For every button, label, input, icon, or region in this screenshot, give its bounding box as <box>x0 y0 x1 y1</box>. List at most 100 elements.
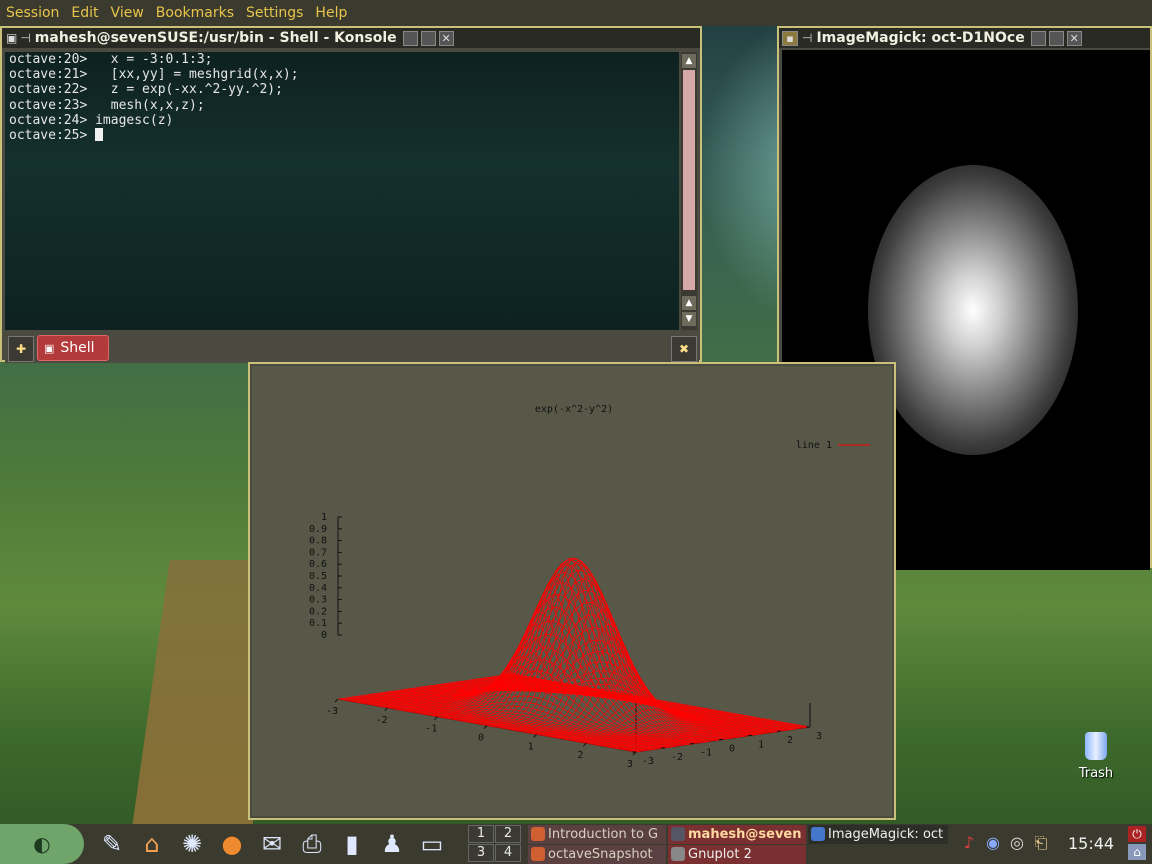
tray-network-icon[interactable]: ◎ <box>1006 832 1028 854</box>
menu-edit[interactable]: Edit <box>71 5 98 21</box>
mesh-line-y <box>477 678 776 733</box>
pager-desktop-1[interactable]: 1 <box>468 825 494 843</box>
mesh-line-y <box>497 675 796 730</box>
gnuplot-canvas: exp(-x^2-y^2) line 1 0 0.1 0.2 0.3 0.4 0.5 0.6… <box>252 366 892 816</box>
scroll-top-icon[interactable]: ▲ <box>682 54 696 68</box>
x-tick-mark <box>433 716 438 721</box>
x-tick-mark <box>582 742 587 747</box>
scrollbar-track[interactable] <box>683 70 695 290</box>
trash-icon <box>1085 732 1107 760</box>
terminal-icon <box>671 827 685 841</box>
legend-label: line 1 <box>796 440 832 451</box>
terminal-prompt: octave:25> <box>9 128 96 144</box>
text-cursor <box>95 128 104 142</box>
firefox-icon <box>531 827 545 841</box>
lock-screen-icon[interactable]: ⌂ <box>1128 844 1146 860</box>
y-tick-label: -3 <box>642 756 654 767</box>
scroll-up-icon[interactable]: ▲ <box>682 296 696 310</box>
terminal-line: octave:24> imagesc(z) <box>9 112 174 128</box>
konsole-window-icon[interactable]: ▣ <box>6 31 17 45</box>
network-icon[interactable]: ▮ <box>336 828 368 860</box>
task-introduction[interactable]: Introduction to G <box>528 825 666 844</box>
desktop-show-icon[interactable]: ✎ <box>96 828 128 860</box>
menu-bar: Session Edit View Bookmarks Settings Hel… <box>0 0 1152 26</box>
tab-shell[interactable]: ▣ Shell <box>37 335 109 361</box>
gaussian-image <box>868 165 1078 455</box>
home-folder-icon[interactable]: ⌂ <box>136 828 168 860</box>
terminal-scrollbar[interactable]: ▲ ▲ ▼ <box>681 52 697 330</box>
x-tick-mark <box>334 698 339 703</box>
close-icon[interactable]: ✕ <box>1066 30 1082 46</box>
trash-label: Trash <box>1078 766 1114 781</box>
z-tick-label: 0.6 <box>309 559 327 570</box>
maximize-icon[interactable] <box>1048 30 1064 46</box>
printer-icon[interactable]: ⎙ <box>296 828 328 860</box>
x-tick-label: 3 <box>627 759 633 770</box>
task-octave-snapshot[interactable]: octaveSnapshot <box>528 845 666 864</box>
linux-tux-icon[interactable]: ♟ <box>376 828 408 860</box>
menu-bookmarks[interactable]: Bookmarks <box>156 5 234 21</box>
plot-title: exp(-x^2-y^2) <box>535 404 613 415</box>
terminal-output[interactable]: octave:20> x = -3:0.1:3; octave:21> [xx,… <box>5 52 679 330</box>
tray-klipper-icon[interactable]: ⎗ <box>1030 832 1052 854</box>
pager-desktop-3[interactable]: 3 <box>468 844 494 862</box>
x-tick-label: -3 <box>326 706 338 717</box>
start-menu-button[interactable]: ◐ <box>0 824 84 864</box>
clock[interactable]: 15:44 <box>1068 834 1114 853</box>
task-imagemagick[interactable]: ImageMagick: oct <box>808 825 948 844</box>
pager-desktop-4[interactable]: 4 <box>495 844 521 862</box>
minimize-icon[interactable] <box>1030 30 1046 46</box>
task-label: octaveSnapshot <box>548 847 653 862</box>
tray-mixer-icon[interactable]: ♪ <box>958 832 980 854</box>
imagemagick-titlebar[interactable]: ▪ ⊣ ImageMagick: oct-D1NOce ✕ <box>779 28 1150 48</box>
tab-shell-label: Shell <box>60 340 95 356</box>
terminal-line: octave:21> [xx,yy] = meshgrid(x,x); <box>9 67 299 83</box>
firefox-icon <box>531 847 545 861</box>
konsole-titlebar[interactable]: ▣ ⊣ mahesh@sevenSUSE:/usr/bin - Shell - … <box>2 28 700 48</box>
pin-icon[interactable]: ⊣ <box>20 31 30 45</box>
terminal-line: octave:23> mesh(x,x,z); <box>9 97 205 113</box>
gnuplot-window: exp(-x^2-y^2) line 1 0 0.1 0.2 0.3 0.4 0.5 0.6… <box>248 362 896 820</box>
tray-update-icon[interactable]: ◉ <box>982 832 1004 854</box>
x11-icon <box>671 847 685 861</box>
close-session-icon[interactable]: ✖ <box>671 336 697 362</box>
konqueror-icon[interactable]: ✺ <box>176 828 208 860</box>
y-tick-label: 3 <box>816 731 822 742</box>
trash-desktop-icon[interactable]: Trash <box>1072 732 1120 781</box>
menu-view[interactable]: View <box>111 5 144 21</box>
logout-icon[interactable]: ⏻ <box>1128 826 1146 842</box>
x-tick-mark <box>533 733 538 738</box>
task-konsole[interactable]: mahesh@seven <box>668 825 806 844</box>
mesh-line-y <box>407 607 706 743</box>
pin-icon[interactable]: ⊣ <box>802 31 812 45</box>
x-tick-label: -1 <box>425 724 437 735</box>
z-tick-label: 0.4 <box>309 583 327 594</box>
menu-help[interactable]: Help <box>315 5 347 21</box>
task-label: ImageMagick: oct <box>828 827 944 842</box>
mesh-line-y <box>485 677 784 732</box>
terminal-launcher-icon[interactable]: ▭ <box>416 828 448 860</box>
window-menu-icon[interactable]: ▪ <box>782 30 798 46</box>
z-tick-label: 1 <box>321 512 327 523</box>
menu-session[interactable]: Session <box>6 5 59 21</box>
x-tick-label: 1 <box>528 741 534 752</box>
z-tick-label: 0.2 <box>309 606 327 617</box>
firefox-icon[interactable]: ● <box>216 828 248 860</box>
z-tick-label: 0.8 <box>309 536 327 547</box>
scroll-down-icon[interactable]: ▼ <box>682 312 696 326</box>
new-session-icon[interactable]: ✚ <box>8 336 34 362</box>
task-gnuplot[interactable]: Gnuplot 2 <box>668 845 806 864</box>
terminal-line: octave:22> z = exp(-xx.^2-yy.^2); <box>9 82 283 98</box>
gnuplot-plot: exp(-x^2-y^2) line 1 00.10.20.30.40.50.6… <box>309 404 870 770</box>
display-icon <box>811 827 825 841</box>
email-icon[interactable]: ✉ <box>256 828 288 860</box>
menu-settings[interactable]: Settings <box>246 5 303 21</box>
x-tick-label: -2 <box>376 715 388 726</box>
imagemagick-title: ImageMagick: oct-D1NOce <box>816 30 1025 46</box>
mesh-line-y <box>358 695 657 750</box>
task-label: Gnuplot 2 <box>688 847 752 862</box>
minimize-icon[interactable] <box>402 30 418 46</box>
close-icon[interactable]: ✕ <box>438 30 454 46</box>
maximize-icon[interactable] <box>420 30 436 46</box>
pager-desktop-2[interactable]: 2 <box>495 825 521 843</box>
